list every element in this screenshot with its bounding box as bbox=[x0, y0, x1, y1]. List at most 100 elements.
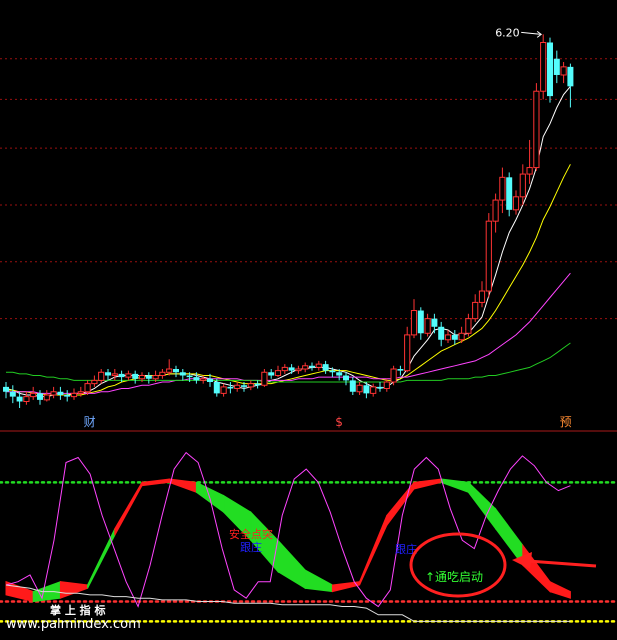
candle-body bbox=[227, 386, 234, 389]
band-segment bbox=[386, 480, 415, 527]
candle-body bbox=[173, 369, 179, 373]
candle-body bbox=[560, 66, 567, 76]
candle-body bbox=[390, 368, 397, 383]
high-price-label: 6.20 bbox=[495, 26, 520, 39]
event-marker: $ bbox=[335, 415, 343, 429]
candle-body bbox=[336, 372, 343, 376]
candle-body bbox=[166, 368, 173, 373]
candle-body bbox=[356, 384, 363, 393]
indicator-label: ↑通吃启动 bbox=[425, 570, 483, 584]
candle-body bbox=[77, 391, 84, 394]
candle-body bbox=[261, 371, 268, 386]
candle-body bbox=[553, 58, 560, 75]
band-segment bbox=[87, 528, 116, 589]
candle-body bbox=[547, 42, 553, 97]
event-markers: 财 $ 预 bbox=[84, 415, 572, 429]
band-segment bbox=[495, 507, 524, 567]
candle-body bbox=[43, 394, 50, 401]
candle-body bbox=[200, 378, 207, 381]
candle-body bbox=[526, 167, 533, 175]
candle-body bbox=[465, 318, 472, 334]
candle-body bbox=[57, 391, 64, 396]
candle-body bbox=[281, 366, 288, 372]
candle-body bbox=[485, 220, 492, 292]
indicator-label: 安全点突 bbox=[229, 527, 273, 541]
band-segment bbox=[141, 478, 170, 487]
candle-body bbox=[472, 301, 479, 320]
candle-body bbox=[499, 176, 506, 201]
price-labels: 6.20 bbox=[495, 26, 543, 39]
band-segment bbox=[5, 580, 34, 603]
candle-body bbox=[519, 173, 526, 198]
candle-body bbox=[70, 392, 78, 398]
candle-body bbox=[138, 375, 146, 380]
candle-body bbox=[458, 332, 465, 341]
band-segment bbox=[304, 569, 333, 593]
candle-body bbox=[295, 368, 302, 372]
candle-body bbox=[417, 310, 424, 334]
candle-body bbox=[410, 310, 418, 336]
candle-body bbox=[431, 318, 438, 327]
magenta-line bbox=[5, 451, 571, 608]
candle-body bbox=[567, 66, 574, 87]
candle-body bbox=[234, 384, 241, 390]
candle-body bbox=[274, 370, 282, 377]
watermark: www.palmindex.com bbox=[6, 617, 141, 632]
candle-body bbox=[512, 196, 520, 211]
candle-body bbox=[506, 177, 513, 210]
candle-body bbox=[98, 371, 105, 381]
indicator-lines bbox=[5, 451, 571, 622]
candle-body bbox=[159, 371, 166, 377]
candle-body bbox=[132, 373, 139, 379]
candle-body bbox=[254, 383, 261, 386]
indicator-label: 跟庄 bbox=[240, 540, 262, 554]
candle-body bbox=[91, 379, 98, 385]
candle-body bbox=[288, 367, 295, 371]
annotation-ellipse bbox=[409, 532, 507, 598]
event-marker: 财 bbox=[84, 415, 96, 429]
candle-body bbox=[349, 380, 356, 392]
band-segment bbox=[114, 480, 143, 536]
candle-body bbox=[220, 386, 227, 394]
candle-body bbox=[533, 90, 540, 169]
candle-body bbox=[145, 375, 152, 379]
candle-body bbox=[193, 377, 200, 381]
candle-body bbox=[424, 318, 431, 334]
candle-body bbox=[118, 373, 125, 378]
candle-body bbox=[3, 386, 9, 392]
candle-body bbox=[397, 369, 404, 371]
candle-body bbox=[207, 378, 213, 383]
candle-body bbox=[377, 386, 383, 389]
candle-body bbox=[84, 383, 91, 393]
candle-body bbox=[64, 395, 71, 397]
event-marker: 预 bbox=[560, 415, 572, 429]
band-segment bbox=[168, 478, 197, 493]
candle-body bbox=[50, 391, 57, 396]
candle-body bbox=[111, 373, 118, 377]
candle-body bbox=[125, 373, 132, 378]
candle-body bbox=[302, 365, 309, 370]
annotation-ellipse-arrow bbox=[409, 532, 597, 598]
band-segment bbox=[413, 478, 442, 490]
candle-body bbox=[383, 381, 390, 390]
candle-body bbox=[451, 334, 458, 340]
indicator-label: 掌 上 指 标 bbox=[50, 603, 106, 617]
moving-average-line bbox=[6, 342, 571, 383]
candle-body bbox=[268, 372, 275, 376]
candle-body bbox=[343, 375, 349, 381]
band-segment bbox=[549, 580, 571, 599]
stock-chart: 6.20 财 $ 预 安全点突跟庄 跟庄↑通吃启动掌 上 指 标www.palmind… bbox=[0, 26, 617, 632]
candle-body bbox=[309, 365, 315, 368]
candle-body bbox=[30, 392, 37, 398]
candle-body bbox=[23, 396, 30, 403]
candle-body bbox=[444, 334, 452, 341]
candle-body bbox=[186, 375, 193, 378]
candle-body bbox=[315, 363, 322, 368]
candle-body bbox=[9, 391, 16, 397]
candle-body bbox=[370, 386, 377, 394]
candle-body bbox=[241, 385, 247, 387]
candle-body bbox=[438, 326, 445, 340]
candle-body bbox=[213, 382, 220, 394]
candle-body bbox=[329, 370, 336, 373]
band-segment bbox=[277, 538, 306, 590]
